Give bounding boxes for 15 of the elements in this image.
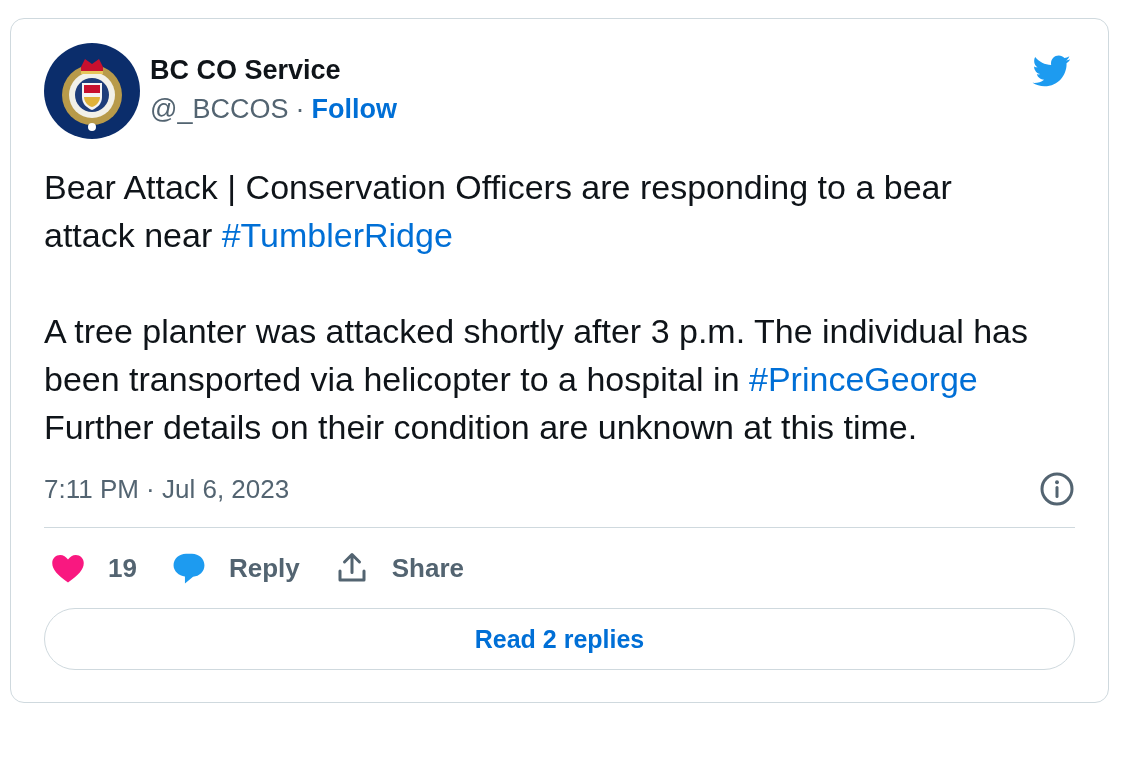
tweet-text: A tree planter was attacked shortly after 3 p.m. The individual has been transported via helicopter to a hospital in #PrinceGeorge Further details on their condition are unknown at this time. bbox=[44, 311, 1029, 448]
tweet-text: Bear Attack | Conservation Officers are responding to a bear attack near #TumblerRidge bbox=[44, 167, 953, 256]
like-button[interactable]: 19 bbox=[50, 550, 137, 586]
share-button[interactable]: Share bbox=[333, 550, 464, 586]
reply-button[interactable]: Reply bbox=[170, 550, 300, 586]
hashtag-link[interactable]: #PrinceGeorge bbox=[749, 360, 978, 398]
author-name[interactable]: BC CO Service bbox=[150, 55, 1017, 86]
separator: · bbox=[295, 94, 305, 125]
timestamp[interactable]: 7:11 PM · Jul 6, 2023 bbox=[44, 473, 290, 505]
follow-link[interactable]: Follow bbox=[311, 94, 397, 125]
info-icon[interactable] bbox=[1039, 471, 1075, 507]
read-replies-button[interactable]: Read 2 replies bbox=[44, 608, 1075, 670]
hashtag-link[interactable]: #TumblerRidge bbox=[221, 216, 453, 254]
crest-icon bbox=[44, 43, 140, 139]
author-handle[interactable]: @_BCCOS bbox=[150, 94, 289, 125]
